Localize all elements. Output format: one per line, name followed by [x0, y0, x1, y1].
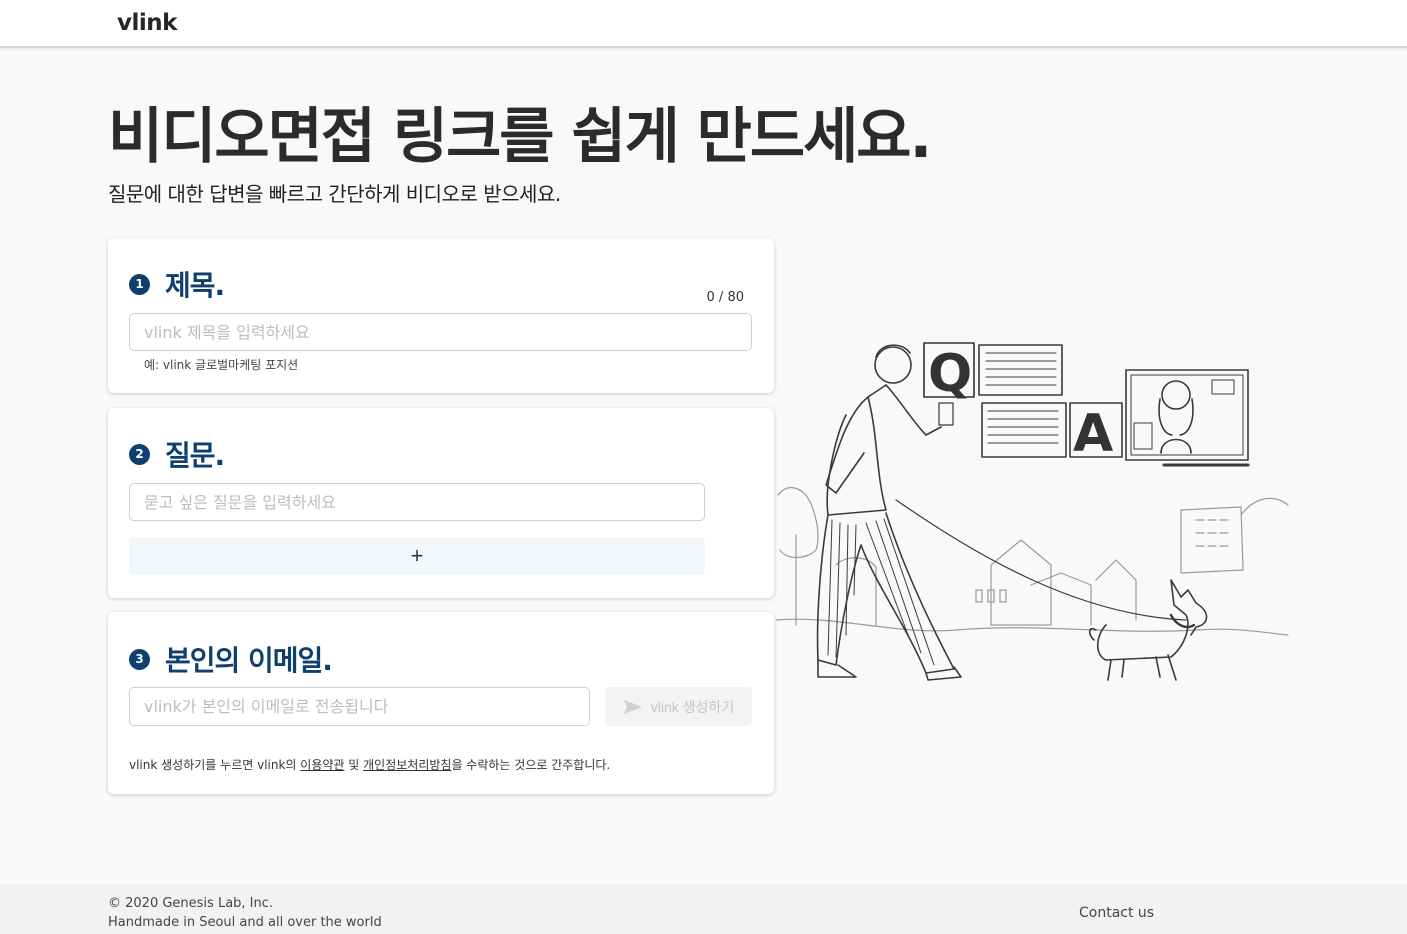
step-number-badge: 2: [129, 443, 150, 465]
step-number-badge: 1: [129, 273, 150, 295]
step-number-badge: 3: [129, 648, 150, 670]
create-vlink-button[interactable]: vlink 생성하기: [605, 687, 752, 726]
email-card: 3 본인의 이메일. vlink 생성하기 vlink 생성하기를 누르면 vl…: [108, 612, 774, 794]
hero-title: 비디오면접 링크를 쉽게 만드세요.: [108, 102, 932, 172]
title-step-heading: 제목.: [165, 269, 225, 302]
privacy-policy-link[interactable]: 개인정보처리방침: [363, 758, 451, 772]
create-vlink-label: vlink 생성하기: [650, 698, 735, 715]
footer-tagline: Handmade in Seoul and all over the world: [108, 915, 382, 930]
terms-and: 및: [344, 758, 364, 772]
q-letter: Q: [928, 344, 972, 404]
terms-of-service-link[interactable]: 이용약관: [300, 758, 344, 772]
send-icon: [623, 699, 642, 714]
title-example-hint: 예: vlink 글로벌마케팅 포지션: [144, 358, 299, 372]
title-card: 1 제목. 0 / 80 예: vlink 글로벌마케팅 포지션: [108, 238, 774, 393]
terms-suffix: 을 수락하는 것으로 간주합니다.: [451, 758, 611, 772]
terms-prefix: vlink 생성하기를 누르면 vlink의: [129, 758, 301, 772]
email-step-heading: 본인의 이메일.: [165, 644, 333, 677]
footer: © 2020 Genesis Lab, Inc. Handmade in Seo…: [0, 884, 1407, 934]
copyright-text: © 2020 Genesis Lab, Inc.: [108, 896, 274, 911]
hero-subtitle: 질문에 대한 답변을 빠르고 간단하게 비디오로 받으세요.: [108, 182, 561, 206]
add-question-button[interactable]: +: [129, 537, 705, 575]
a-letter: A: [1073, 404, 1113, 464]
title-char-counter: 0 / 80: [706, 290, 744, 305]
contact-us-link[interactable]: Contact us: [1079, 905, 1154, 921]
question-step-header: 2 질문.: [129, 434, 225, 474]
walking-man-with-dog-illustration: Q A: [776, 342, 1289, 681]
title-step-header: 1 제목.: [129, 264, 225, 304]
question-card: 2 질문. +: [108, 408, 774, 598]
top-navbar: vlink: [0, 0, 1407, 48]
email-step-header: 3 본인의 이메일.: [129, 639, 333, 679]
email-input[interactable]: [129, 687, 590, 726]
question-step-heading: 질문.: [165, 439, 225, 472]
vlink-logo[interactable]: vlink: [117, 10, 177, 36]
terms-notice: vlink 생성하기를 누르면 vlink의 이용약관 및 개인정보처리방침을 …: [129, 756, 610, 773]
vlink-title-input[interactable]: [129, 313, 752, 351]
question-input[interactable]: [129, 483, 705, 521]
